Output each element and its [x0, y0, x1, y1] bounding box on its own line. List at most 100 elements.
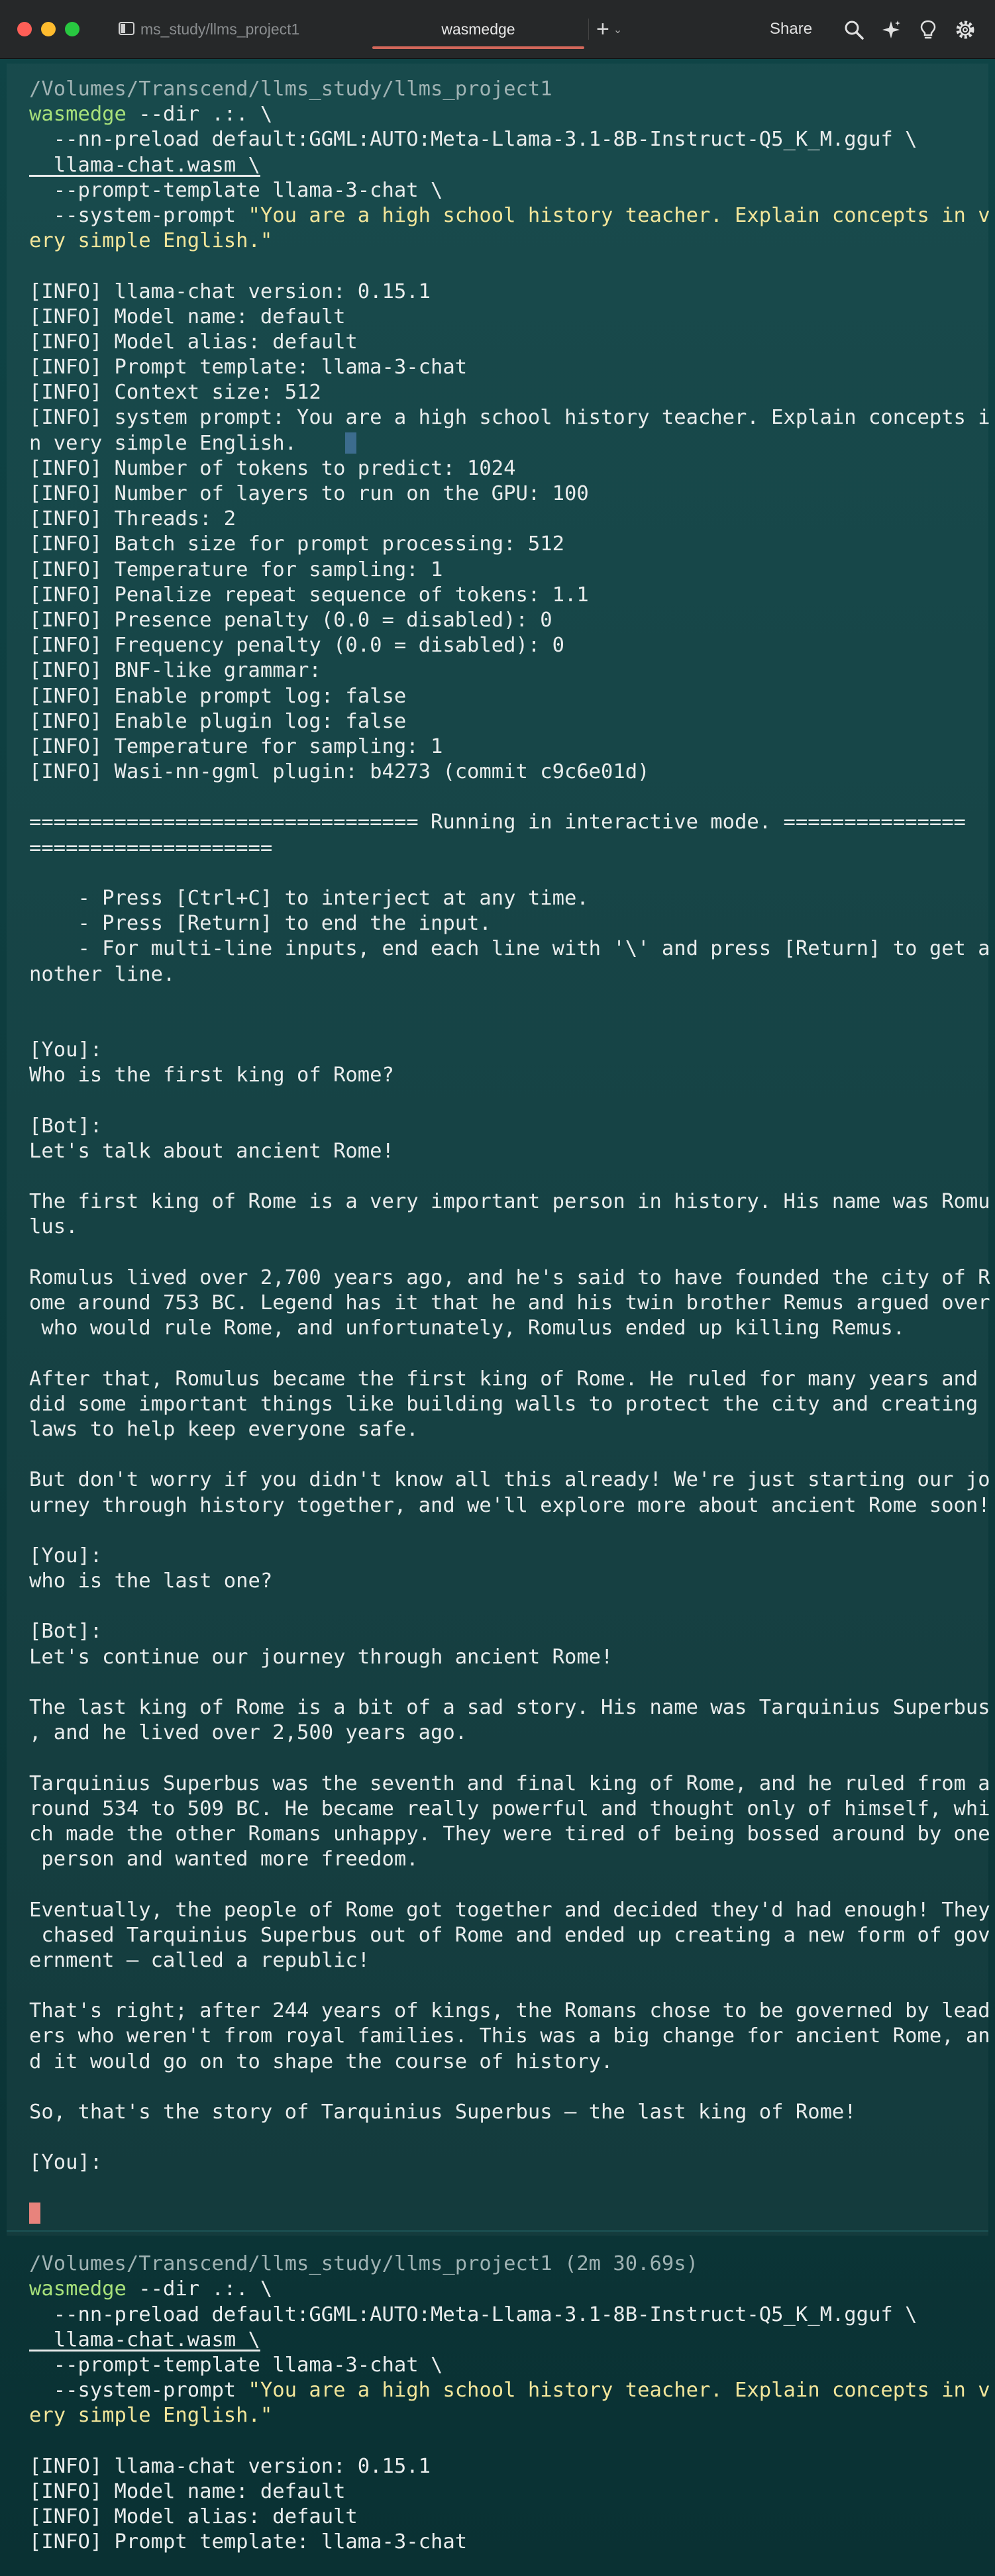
chat-line: person and wanted more freedom.: [29, 1848, 419, 1871]
chat-line: [29, 1670, 976, 1695]
interactive-mode-banner: ====================: [29, 836, 273, 860]
interactive-mode-banner: ================================ Running…: [29, 811, 966, 834]
chat-line: who would rule Rome, and unfortunately, …: [29, 1316, 906, 1340]
command-arg: --prompt-template llama-3-chat \: [29, 178, 443, 202]
chat-line: That's right; after 244 years of kings, …: [29, 1999, 990, 2023]
system-prompt-arg: --system-prompt "You are a high school h…: [29, 2378, 990, 2403]
info-line: [INFO] llama-chat version: 0.15.1: [29, 2454, 431, 2478]
command-args: --dir .:. \: [126, 2277, 273, 2301]
chat-line: Let's talk about ancient Rome!: [29, 1139, 394, 1163]
info-line: [INFO] Enable prompt log: false: [29, 684, 407, 708]
title-bar: ms_study/llms_project1 wasmedge + ⌄ Share: [0, 0, 995, 59]
command-arg-wasm: llama-chat.wasm \: [29, 153, 260, 177]
cwd-path: /Volumes/Transcend/llms_study/llms_proje…: [29, 2252, 698, 2276]
terminal-window: ms_study/llms_project1 wasmedge + ⌄ Share: [0, 0, 995, 2576]
chat-line: The last king of Rome is a bit of a sad …: [29, 1696, 990, 1719]
tab-llms-project[interactable]: ms_study/llms_project1: [140, 9, 366, 49]
chat-line: [29, 1973, 976, 1999]
chat-line: laws to help keep everyone safe.: [29, 1417, 419, 1441]
info-line: [INFO] Model name: default: [29, 2479, 346, 2503]
info-line: n very simple English.: [29, 431, 976, 456]
gear-icon[interactable]: [954, 19, 976, 41]
input-cursor[interactable]: [29, 2202, 40, 2224]
tab-wasmedge[interactable]: wasmedge: [372, 9, 584, 49]
close-window-button[interactable]: [17, 22, 32, 36]
chat-line: Romulus lived over 2,700 years ago, and …: [29, 1265, 990, 1289]
help-line: - Press [Ctrl+C] to interject at any tim…: [29, 887, 589, 910]
new-tab-button[interactable]: + ⌄: [596, 13, 622, 45]
tab-divider: [588, 19, 589, 40]
chat-line: [29, 1240, 976, 1265]
info-line: [INFO] Frequency penalty (0.0 = disabled…: [29, 634, 564, 658]
info-line: [INFO] Number of layers to run on the GP…: [29, 482, 589, 505]
chat-line: [29, 2075, 976, 2100]
system-prompt-string: "You are a high school history teacher. …: [248, 203, 990, 227]
help-line: nother line.: [29, 962, 176, 986]
chat-line: [You]:: [29, 1038, 103, 1062]
terminal-output[interactable]: /Volumes/Transcend/llms_study/llms_proje…: [29, 77, 990, 2555]
command-arg: --nn-preload default:GGML:AUTO:Meta-Llam…: [29, 2303, 917, 2326]
sidebar-toggle-icon[interactable]: [118, 20, 135, 37]
info-line: [INFO] Number of tokens to predict: 1024: [29, 456, 516, 480]
chat-line: [29, 1594, 976, 1619]
chat-line: Let's continue our journey through ancie…: [29, 1645, 613, 1669]
chat-line: , and he lived over 2,500 years ago.: [29, 1721, 468, 1745]
system-prompt-string: "You are a high school history teacher. …: [248, 2379, 990, 2403]
info-line: [INFO] Enable plugin log: false: [29, 709, 407, 733]
chat-line: round 534 to 509 BC. He became really po…: [29, 1797, 990, 1820]
system-prompt-flag: --system-prompt: [29, 203, 248, 227]
chat-line: [29, 1872, 976, 1897]
info-line: [INFO] Model name: default: [29, 305, 346, 328]
chat-line: [You]:: [29, 2151, 103, 2175]
chat-line: [Bot]:: [29, 1620, 103, 1644]
command-line: wasmedge --dir .:. \: [29, 2277, 976, 2302]
chat-line: [29, 2125, 976, 2150]
command-name: wasmedge: [29, 2277, 127, 2301]
input-cursor-line[interactable]: [29, 2201, 976, 2226]
chat-line: [29, 1442, 976, 1467]
share-button[interactable]: Share: [770, 19, 812, 40]
help-line: - For multi-line inputs, end each line w…: [29, 937, 990, 961]
info-line: [INFO] Penalize repeat sequence of token…: [29, 583, 589, 607]
zoom-window-button[interactable]: [65, 22, 79, 36]
info-line: [INFO] Temperature for sampling: 1: [29, 558, 443, 581]
info-line: [INFO] Threads: 2: [29, 507, 236, 531]
system-prompt-string: ery simple English.": [29, 2404, 273, 2428]
command-line: wasmedge --dir .:. \: [29, 102, 976, 127]
chevron-down-icon[interactable]: ⌄: [613, 25, 622, 36]
info-line-text: n very simple English.: [29, 431, 297, 455]
info-line: [INFO] Presence penalty (0.0 = disabled)…: [29, 608, 552, 632]
chat-line: ernment – called a republic!: [29, 1948, 370, 1972]
chat-line: chased Tarquinius Superbus out of Rome a…: [29, 1923, 990, 1947]
info-line: [INFO] Prompt template: llama-3-chat: [29, 356, 468, 379]
info-line: [INFO] BNF-like grammar:: [29, 659, 321, 683]
chat-line: ers who weren't from royal families. Thi…: [29, 2024, 990, 2048]
info-line: [INFO] system prompt: You are a high sch…: [29, 406, 990, 430]
system-prompt-string: ery simple English.": [29, 229, 273, 253]
minimize-window-button[interactable]: [41, 22, 56, 36]
command-name: wasmedge: [29, 103, 127, 126]
chat-line: Tarquinius Superbus was the seventh and …: [29, 1771, 990, 1795]
info-line: [INFO] Model alias: default: [29, 2505, 358, 2528]
chat-line: urney through history together, and we'l…: [29, 1493, 990, 1517]
chat-line: [29, 1746, 976, 1771]
active-tab-indicator: [372, 46, 584, 49]
chat-line: ome around 753 BC. Legend has it that he…: [29, 1291, 990, 1314]
command-arg: --prompt-template llama-3-chat \: [29, 2353, 443, 2377]
lightbulb-icon[interactable]: [917, 19, 939, 41]
command-arg-wasm: llama-chat.wasm \: [29, 2328, 260, 2352]
chat-line: Eventually, the people of Rome got toget…: [29, 1898, 990, 1922]
system-prompt-arg: --system-prompt "You are a high school h…: [29, 203, 990, 228]
command-arg: --nn-preload default:GGML:AUTO:Meta-Llam…: [29, 128, 917, 152]
search-icon[interactable]: [843, 19, 865, 41]
sparkle-icon[interactable]: [880, 19, 902, 41]
chat-line: So, that's the story of Tarquinius Super…: [29, 2101, 857, 2124]
cwd-path: /Volumes/Transcend/llms_study/llms_proje…: [29, 77, 552, 101]
command-args: --dir .:. \: [126, 103, 273, 126]
chat-line: The first king of Rome is a very importa…: [29, 1190, 990, 1214]
info-line: [INFO] Context size: 512: [29, 381, 321, 405]
chat-line: [29, 1518, 976, 1544]
tab-wasmedge-label: wasmedge: [441, 21, 515, 38]
chat-line: After that, Romulus became the first kin…: [29, 1367, 978, 1391]
chat-line: But don't worry if you didn't know all t…: [29, 1468, 990, 1492]
